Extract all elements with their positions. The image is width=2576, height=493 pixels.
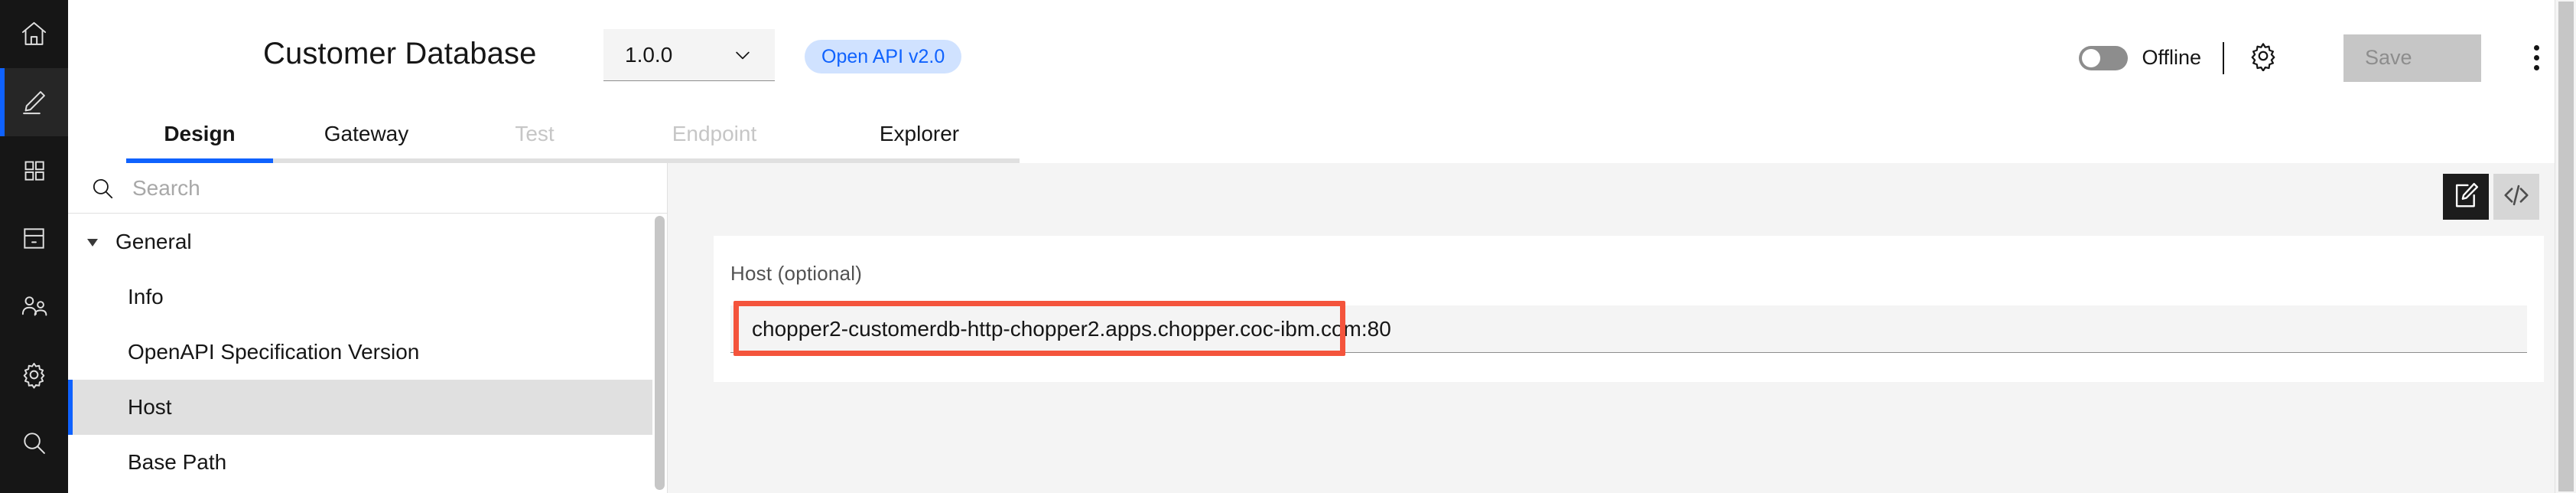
rail-item-edit[interactable] bbox=[0, 68, 68, 136]
design-content-area: Host (optional) bbox=[668, 163, 2555, 493]
search-icon bbox=[19, 428, 49, 458]
app-header: Customer Database 1.0.0 Open API v2.0 Of… bbox=[68, 0, 2576, 116]
code-view-button[interactable] bbox=[2493, 174, 2539, 220]
online-offline-toggle[interactable] bbox=[2079, 45, 2129, 70]
tree-item-base-path[interactable]: Base Path bbox=[68, 435, 653, 490]
rail-item-catalog[interactable] bbox=[0, 204, 68, 273]
header-divider bbox=[2223, 41, 2224, 74]
page-scrollbar-thumb[interactable] bbox=[2558, 2, 2574, 491]
offline-toggle-wrap: Offline bbox=[2079, 45, 2201, 70]
kebab-menu-icon bbox=[2533, 45, 2539, 51]
version-dropdown[interactable]: 1.0.0 bbox=[603, 29, 775, 81]
host-field-card: Host (optional) bbox=[714, 236, 2544, 382]
view-mode-toggle bbox=[2443, 174, 2539, 220]
tab-test[interactable]: Test bbox=[460, 116, 610, 163]
header-actions: Offline Save bbox=[2079, 0, 2555, 116]
api-designer-window: Customer Database 1.0.0 Open API v2.0 Of… bbox=[0, 0, 2576, 493]
tab-explorer[interactable]: Explorer bbox=[819, 116, 1020, 163]
save-button[interactable]: Save bbox=[2343, 34, 2481, 82]
nav-scrollbar[interactable] bbox=[652, 214, 666, 493]
tab-endpoint[interactable]: Endpoint bbox=[610, 116, 819, 163]
tab-design[interactable]: Design bbox=[126, 116, 273, 163]
home-icon bbox=[19, 19, 49, 49]
rail-item-search[interactable] bbox=[0, 409, 68, 477]
tree-group-general[interactable]: General bbox=[68, 214, 653, 269]
users-icon bbox=[19, 292, 49, 322]
host-field-label: Host (optional) bbox=[730, 262, 863, 285]
host-field-wrap bbox=[730, 301, 2527, 356]
rail-item-settings[interactable] bbox=[0, 341, 68, 409]
rail-item-members[interactable] bbox=[0, 273, 68, 341]
tree-item-openapi-specification-version[interactable]: OpenAPI Specification Version bbox=[68, 325, 653, 380]
code-brackets-icon bbox=[2502, 181, 2531, 214]
nav-tree: General Info OpenAPI Specification Versi… bbox=[68, 214, 653, 490]
rail-item-home[interactable] bbox=[0, 0, 68, 68]
tree-item-host[interactable]: Host bbox=[68, 380, 653, 435]
header-settings-button[interactable] bbox=[2246, 41, 2281, 76]
version-value: 1.0.0 bbox=[625, 42, 673, 67]
page-title: Customer Database bbox=[263, 37, 537, 70]
search-icon bbox=[89, 175, 115, 201]
chevron-down-icon bbox=[732, 44, 753, 66]
toggle-label: Offline bbox=[2142, 46, 2201, 69]
overflow-menu-button[interactable] bbox=[2518, 34, 2555, 82]
nav-scrollbar-thumb[interactable] bbox=[655, 216, 665, 490]
tree-item-info[interactable]: Info bbox=[68, 269, 653, 325]
toggle-knob bbox=[2082, 48, 2101, 67]
pen-icon bbox=[19, 87, 49, 117]
tab-gateway[interactable]: Gateway bbox=[273, 116, 460, 163]
form-view-button[interactable] bbox=[2443, 174, 2489, 220]
status-badge: Open API v2.0 bbox=[805, 40, 962, 73]
gear-icon bbox=[2248, 41, 2278, 75]
edit-document-icon bbox=[2451, 181, 2480, 214]
nav-search-row bbox=[68, 163, 668, 214]
rail-item-apps[interactable] bbox=[0, 136, 68, 204]
tab-bar: Design Gateway Test Endpoint Explorer bbox=[68, 116, 2576, 163]
grid-icon bbox=[19, 155, 49, 185]
search-input[interactable] bbox=[132, 175, 657, 201]
archive-icon bbox=[19, 224, 49, 253]
host-input[interactable] bbox=[730, 305, 2527, 353]
caret-down-icon bbox=[83, 233, 102, 251]
page-scrollbar[interactable] bbox=[2555, 0, 2576, 493]
design-nav-panel: General Info OpenAPI Specification Versi… bbox=[68, 163, 668, 493]
tree-group-label: General bbox=[115, 230, 192, 253]
global-left-rail bbox=[0, 0, 68, 493]
gear-icon bbox=[19, 360, 49, 390]
